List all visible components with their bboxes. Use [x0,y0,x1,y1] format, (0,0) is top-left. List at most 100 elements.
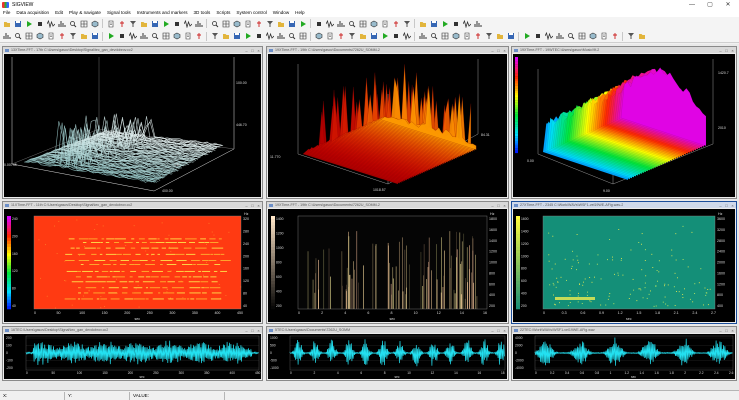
panel-maximize-icon[interactable]: □ [724,48,729,53]
play-icon[interactable] [440,19,449,28]
play-icon[interactable] [522,32,531,41]
zoom-icon[interactable] [287,32,296,41]
panel-minimize-icon[interactable]: – [244,328,249,333]
panel-close-icon[interactable]: × [256,328,261,333]
play-icon[interactable] [106,32,115,41]
menu-window[interactable]: Window [270,9,292,17]
play-icon[interactable] [298,19,307,28]
signal-icon[interactable] [46,19,55,28]
panel-titlebar[interactable]: 16TEC:\Users\gasov\Desktop\Signal\tec_ga… [3,327,262,333]
grid-icon[interactable] [577,32,586,41]
panel-close-icon[interactable]: × [730,328,735,333]
plot-area[interactable]: 1000 500 0 -500 -1000 0 2 4 6 8 10 12 14 16 18 sec [268,334,507,379]
spectrum-icon[interactable] [57,19,66,28]
play-icon[interactable] [24,19,33,28]
folder-icon[interactable] [2,19,11,28]
spectrum-icon[interactable] [276,32,285,41]
stop-icon[interactable] [172,19,181,28]
panel-waveform-2[interactable]: 5TEC:\Users\gasov\Documents\7262U_SOMM –… [266,326,509,381]
script-icon[interactable] [46,32,55,41]
grid-icon[interactable] [24,32,33,41]
plot-area[interactable]: 1420.7 2010 0.00 9.00 [513,54,735,197]
marker-icon[interactable] [391,19,400,28]
panel-titlebar[interactable]: 27XTime-FFT - 2345 C:\Work\WAVs\WSF1-vel… [512,202,736,208]
panel-maximize-icon[interactable]: □ [724,328,729,333]
plot-area[interactable]: 100.00 446.70 0.00745 1.0 400.00 [4,54,261,197]
filter-icon[interactable] [265,19,274,28]
zoom-icon[interactable] [68,19,77,28]
zoom-icon[interactable] [347,19,356,28]
cube-icon[interactable] [90,19,99,28]
plot-area[interactable]: 1600 1400 1200 1000 800 600 400 200 3600 3200 2800… [513,209,735,322]
signal-icon[interactable] [325,19,334,28]
menu-edit[interactable]: Edit [52,9,66,17]
marker-icon[interactable] [194,32,203,41]
grid-icon[interactable] [161,32,170,41]
save-icon[interactable] [369,32,378,41]
menu-data-acquisition[interactable]: Data acquisition [13,9,52,17]
plot-area[interactable]: 200 100 0 -100 -200 0 50 100 150 200 250 300 350 400 4… [4,334,261,379]
plot-area[interactable]: 11.770 1018.57 84.31 [268,54,507,197]
script-icon[interactable] [183,32,192,41]
save-icon[interactable] [13,19,22,28]
filter-icon[interactable] [347,32,356,41]
script-icon[interactable] [325,32,334,41]
panel-close-icon[interactable]: × [502,203,507,208]
menu-system-control[interactable]: System control [233,9,269,17]
spectrum-icon[interactable] [2,32,11,41]
plot-area[interactable]: 240 200 160 120 80 40 320 280 240 200 160 120 80 40 Hz… [4,209,261,322]
panel-titlebar[interactable]: 19XTime-FFT - 19th C:\Users\gasov\Docume… [267,47,508,53]
signal-icon[interactable] [462,19,471,28]
save-icon[interactable] [232,32,241,41]
panel-titlebar[interactable]: 19XTime-FFT - 19WTEC:\Users\gasov\Music\… [512,47,736,53]
panel-maximize-icon[interactable]: □ [496,203,501,208]
panel-close-icon[interactable]: × [502,48,507,53]
play-icon[interactable] [380,32,389,41]
save-icon[interactable] [429,19,438,28]
menu-file[interactable]: File [0,9,13,17]
panel-titlebar[interactable]: 11XTime-FFT - 11th C:\Users\gasov\Deskto… [3,202,262,208]
marker-icon[interactable] [117,19,126,28]
save-icon[interactable] [287,19,296,28]
zoom-icon[interactable] [150,32,159,41]
panel-close-icon[interactable]: × [256,203,261,208]
signal-icon[interactable] [402,32,411,41]
spectrum-icon[interactable] [336,19,345,28]
menu-help[interactable]: Help [292,9,307,17]
panel-minimize-icon[interactable]: – [718,328,723,333]
menu-scripts[interactable]: Scripts [213,9,233,17]
save-icon[interactable] [506,32,515,41]
spectrum-icon[interactable] [555,32,564,41]
spectrum-icon[interactable] [418,32,427,41]
panel-minimize-icon[interactable]: – [490,203,495,208]
panel-titlebar[interactable]: 13XTime-FFT - 17th C:\Users\gasov\Deskto… [3,47,262,53]
script-icon[interactable] [380,19,389,28]
spectrum-icon[interactable] [139,32,148,41]
filter-icon[interactable] [128,19,137,28]
cube-icon[interactable] [588,32,597,41]
panel-minimize-icon[interactable]: – [244,48,249,53]
panel-minimize-icon[interactable]: – [490,328,495,333]
signal-icon[interactable] [544,32,553,41]
filter-icon[interactable] [402,19,411,28]
panel-maximize-icon[interactable]: □ [496,48,501,53]
close-button[interactable]: ✕ [719,0,737,9]
play-icon[interactable] [161,19,170,28]
zoom-icon[interactable] [566,32,575,41]
save-icon[interactable] [150,19,159,28]
marker-icon[interactable] [254,19,263,28]
panel-maximize-icon[interactable]: □ [496,328,501,333]
folder-icon[interactable] [139,19,148,28]
grid-icon[interactable] [79,19,88,28]
stop-icon[interactable] [533,32,542,41]
cube-icon[interactable] [451,32,460,41]
grid-icon[interactable] [440,32,449,41]
panel-waveform-3[interactable]: 22TEC:\Work\WAVs\WSF1-vel19WE-AFig.wav –… [511,326,737,381]
marker-icon[interactable] [610,32,619,41]
folder-icon[interactable] [358,32,367,41]
cube-icon[interactable] [172,32,181,41]
cube-icon[interactable] [369,19,378,28]
marker-icon[interactable] [57,32,66,41]
menu-instruments-markers[interactable]: Instruments and markers [134,9,191,17]
panel-minimize-icon[interactable]: – [718,203,723,208]
